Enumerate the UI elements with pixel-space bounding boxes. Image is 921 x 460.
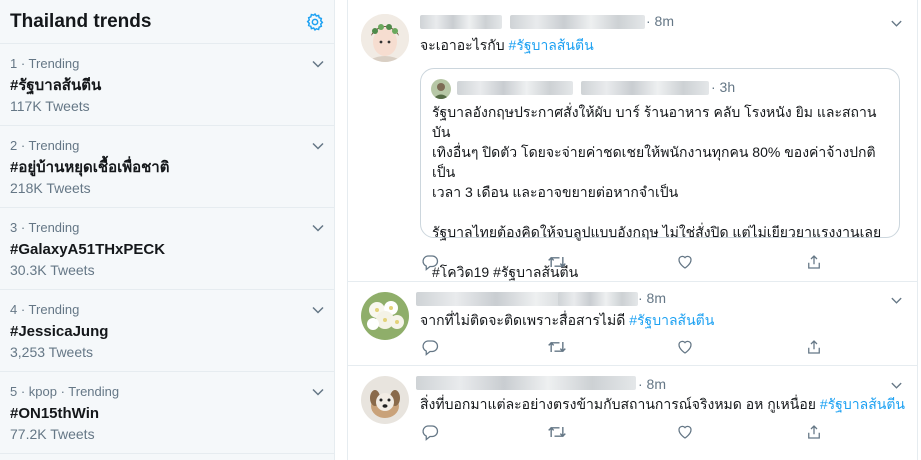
trend-item-4[interactable]: 4 · Trending #JessicaJung 3,253 Tweets (0, 290, 334, 372)
tweet-time[interactable]: · 8m (638, 290, 666, 306)
gear-icon[interactable] (304, 11, 326, 33)
trends-title: Thailand trends (10, 10, 152, 32)
avatar[interactable] (361, 292, 409, 340)
hashtag-link[interactable]: #รัฐบาลส้นตีน (820, 396, 905, 412)
trend-name: #อยู่บ้านหยุดเชื้อเพื่อชาติ (10, 159, 170, 176)
quoted-tweet[interactable]: · 3h รัฐบาลอังกฤษประกาศสั่งให้ผับ บาร์ ร… (420, 68, 900, 280)
trend-count: 117K Tweets (10, 98, 90, 114)
quote-line: เวลา 3 เดือน และอาจขยายต่อหากจำเป็น (432, 184, 679, 200)
chevron-down-icon[interactable] (310, 220, 326, 236)
tweet-text: จากที่ไม่ติดจะติดเพราะสื่อสารไม่ดี #รัฐบ… (420, 310, 714, 330)
chevron-down-icon[interactable] (889, 378, 903, 392)
tweet-body: สิ่งที่บอกมาแต่ละอย่างตรงข้ามกับสถานการณ… (420, 396, 816, 412)
trend-name: #JessicaJung (10, 323, 109, 340)
reply-icon[interactable] (420, 422, 440, 442)
tweet-body: จะเอาอะไรกับ (420, 37, 505, 53)
tweet[interactable]: · 8m จะเอาอะไรกับ #รัฐบาลส้นตีน · 3h รัฐ… (348, 0, 917, 282)
tweet[interactable]: · 8m สิ่งที่บอกมาแต่ละอย่างตรงข้ามกับสถา… (348, 366, 917, 460)
share-icon[interactable] (804, 252, 824, 272)
share-icon[interactable] (804, 337, 824, 357)
timeline: · 8m จะเอาอะไรกับ #รัฐบาลส้นตีน · 3h รัฐ… (347, 0, 918, 460)
reply-icon[interactable] (420, 252, 440, 272)
trend-item-1[interactable]: 1 · Trending #รัฐบาลส้นตีน 117K Tweets (0, 44, 334, 126)
tweet-text: สิ่งที่บอกมาแต่ละอย่างตรงข้ามกับสถานการณ… (420, 394, 905, 414)
trend-count: 30.3K Tweets (10, 262, 95, 278)
tweet-time[interactable]: · 8m (646, 13, 674, 29)
trends-panel: Thailand trends 1 · Trending #รัฐบาลส้นต… (0, 0, 335, 460)
tweet-actions (420, 252, 840, 272)
tweet-actions (420, 422, 840, 442)
retweet-icon[interactable] (547, 337, 567, 357)
trend-item-3[interactable]: 3 · Trending #GalaxyA51THxPECK 30.3K Twe… (0, 208, 334, 290)
blurred-handle (581, 81, 709, 95)
tweet-actions (420, 337, 840, 357)
retweet-icon[interactable] (547, 422, 567, 442)
quote-line (432, 202, 892, 222)
trend-count: 218K Tweets (10, 180, 91, 196)
heart-icon[interactable] (675, 337, 695, 357)
hashtag-link[interactable]: #รัฐบาลส้นตีน (629, 312, 714, 328)
quote-time: · 3h (711, 79, 736, 95)
retweet-icon[interactable] (547, 252, 567, 272)
chevron-down-icon[interactable] (310, 384, 326, 400)
trend-count: 77.2K Tweets (10, 426, 95, 442)
trend-name: #ON15thWin (10, 405, 100, 422)
blurred-display-name (420, 15, 502, 29)
tweet-body: จากที่ไม่ติดจะติดเพราะสื่อสารไม่ดี (420, 312, 626, 328)
trend-meta: 5 · kpop · Trending (10, 384, 120, 399)
trend-item-2[interactable]: 2 · Trending #อยู่บ้านหยุดเชื้อเพื่อชาติ… (0, 126, 334, 208)
trend-name: #GalaxyA51THxPECK (10, 241, 166, 258)
blurred-display-name (457, 81, 573, 95)
heart-icon[interactable] (675, 422, 695, 442)
chevron-down-icon[interactable] (310, 302, 326, 318)
chevron-down-icon[interactable] (889, 293, 903, 307)
avatar[interactable] (361, 376, 409, 424)
avatar (431, 79, 451, 99)
chevron-down-icon[interactable] (310, 56, 326, 72)
quote-line: เทิงอื่นๆ ปิดตัว โดยจะจ่ายค่าชดเชยให้พนั… (432, 144, 876, 180)
trends-header: Thailand trends (0, 0, 334, 44)
trend-item-5[interactable]: 5 · kpop · Trending #ON15thWin 77.2K Twe… (0, 372, 334, 454)
quote-line: รัฐบาลอังกฤษประกาศสั่งให้ผับ บาร์ ร้านอา… (432, 104, 877, 140)
blurred-display-name (416, 376, 636, 390)
avatar[interactable] (361, 14, 409, 62)
trend-meta: 3 · Trending (10, 220, 80, 235)
tweet-text: จะเอาอะไรกับ #รัฐบาลส้นตีน (420, 35, 594, 55)
trend-name: #รัฐบาลส้นตีน (10, 77, 102, 94)
trend-meta: 2 · Trending (10, 138, 80, 153)
chevron-down-icon[interactable] (889, 16, 903, 30)
heart-icon[interactable] (675, 252, 695, 272)
trend-count: 3,253 Tweets (10, 344, 94, 360)
chevron-down-icon[interactable] (310, 138, 326, 154)
trend-meta: 1 · Trending (10, 56, 80, 71)
reply-icon[interactable] (420, 337, 440, 357)
share-icon[interactable] (804, 422, 824, 442)
tweet[interactable]: · 8m จากที่ไม่ติดจะติดเพราะสื่อสารไม่ดี … (348, 282, 917, 366)
trend-meta: 4 · Trending (10, 302, 80, 317)
blurred-handle (510, 15, 645, 29)
quote-line: รัฐบาลไทยต้องคิดให้จบลูปแบบอังกฤษ ไม่ใช่… (432, 224, 882, 240)
blurred-handle (558, 292, 638, 306)
hashtag-link[interactable]: #รัฐบาลส้นตีน (509, 37, 594, 53)
tweet-time[interactable]: · 8m (638, 376, 666, 392)
